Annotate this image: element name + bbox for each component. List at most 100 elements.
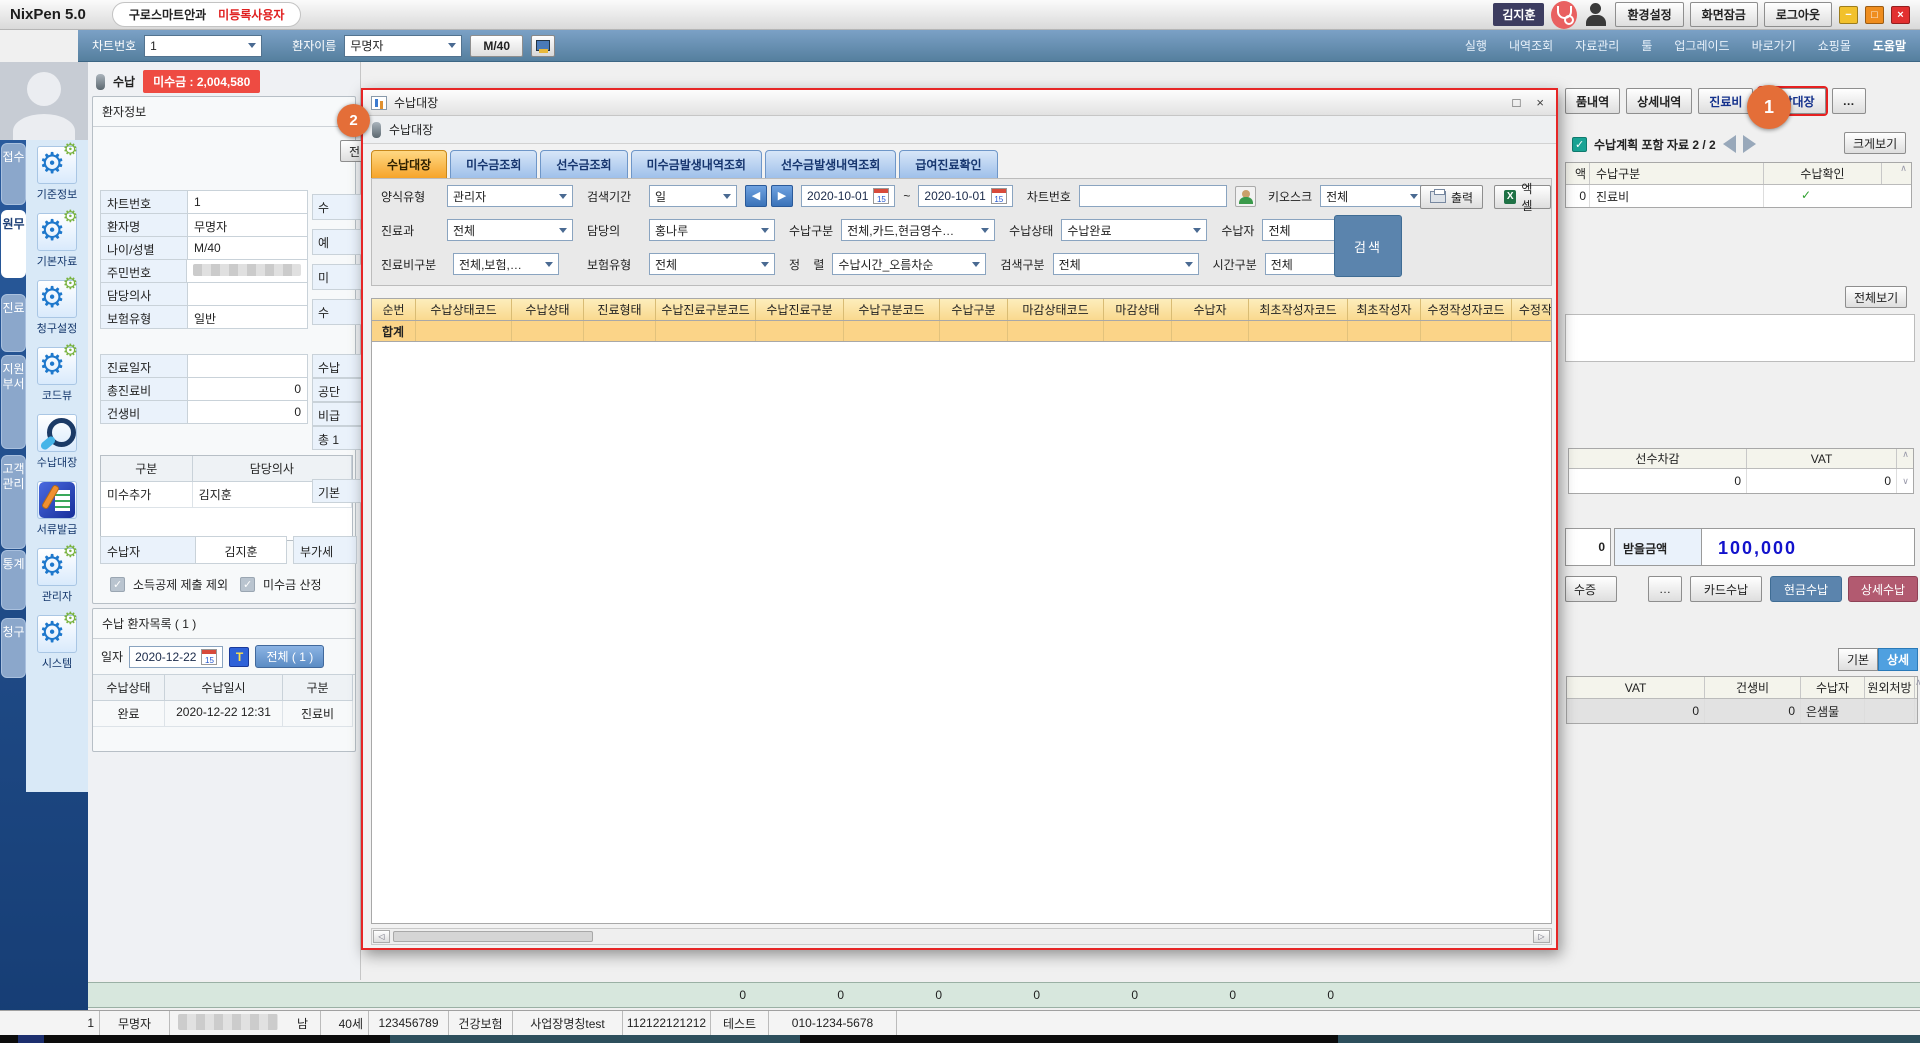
enlarge-button[interactable]: 크게보기 [1844,132,1906,154]
patient-name-combo[interactable]: 무명자 [344,35,462,57]
ledger-tab[interactable]: 미수금조회 [450,150,537,179]
nav-button[interactable]: 품내역 [1565,88,1620,114]
menu-item[interactable]: 실행 [1465,37,1487,54]
next-arrow-icon[interactable] [1743,135,1756,153]
horizontal-scrollbar[interactable] [371,928,1552,945]
column-header[interactable]: 최초작성자 [1348,299,1421,320]
calendar-icon[interactable] [873,188,889,204]
column-header[interactable]: VAT [1747,449,1897,468]
table-cell[interactable]: 은샘물 [1801,699,1865,723]
scrollbar-thumb[interactable] [393,931,593,942]
table-cell[interactable]: 진료비 [283,701,353,727]
restore-button[interactable] [1865,6,1884,24]
scroll-right-icon[interactable] [1533,930,1550,943]
column-header[interactable]: 진료형태 [584,299,656,320]
excel-button[interactable]: 엑셀 [1494,185,1551,209]
table-cell[interactable]: 0 [1705,699,1801,723]
card-pay-button[interactable]: 카드수납 [1690,576,1762,602]
ledger-tab[interactable]: 수납대장 [371,150,447,179]
pay-state-select[interactable]: 수납완료 [1061,219,1207,241]
column-header[interactable]: 수납자 [1801,677,1865,698]
today-button[interactable]: T [229,647,249,667]
plan-checkbox[interactable] [1572,137,1587,152]
table-cell[interactable]: 0 [1566,185,1590,207]
table-cell[interactable]: 0 [1569,469,1747,493]
chart-no-combo[interactable]: 1 [144,35,262,57]
menu-item[interactable]: 쇼핑몰 [1818,37,1851,54]
column-header[interactable]: 구분 [283,675,353,701]
scroll-up-icon[interactable] [1896,163,1911,184]
ledger-tab[interactable]: 미수금발생내역조회 [631,150,762,179]
receipt-button-fragment[interactable]: 수증 [1565,576,1617,602]
patient-search-icon[interactable] [1235,186,1256,207]
dialog-titlebar[interactable]: 수납대장 [363,90,1556,116]
sidebar-item[interactable]: 기본자료 [26,207,88,274]
column-header[interactable]: 수납진료구분코드 [656,299,756,320]
column-header[interactable]: VAT [1567,677,1705,698]
date-picker[interactable]: 2020-12-22 [129,646,223,668]
date-from-picker[interactable]: 2020-10-01 [801,185,895,207]
nav-button[interactable]: 진료비 [1698,88,1753,114]
titlebar-button[interactable]: 로그아웃 [1764,2,1832,27]
device-icon[interactable] [531,35,555,57]
table-cell[interactable]: 2020-12-22 12:31 [165,701,283,727]
sidebar-tab[interactable]: 진료 [1,294,26,352]
scroll-up-icon[interactable] [1898,449,1913,468]
doctor-select[interactable]: 홍나루 [649,219,775,241]
form-type-select[interactable]: 관리자 [447,185,573,207]
column-header[interactable]: 마감상태 [1104,299,1172,320]
toggle-detail[interactable]: 상세 [1878,648,1918,671]
chart-no-input[interactable] [1079,185,1227,207]
column-header[interactable]: 수납상태 [512,299,584,320]
fee-type-select[interactable]: 전체,보험,… [453,253,559,275]
column-header[interactable]: 최초작성자코드 [1249,299,1348,320]
table-cell[interactable]: 완료 [93,701,165,727]
column-header[interactable]: 수납구분 [1590,163,1764,184]
ins-type-select[interactable]: 전체 [649,253,775,275]
sidebar-item[interactable]: 서류발급 [26,475,88,542]
column-header[interactable]: 수납일시 [165,675,283,701]
more-button[interactable]: … [1648,576,1682,602]
unpaid-calc-checkbox[interactable] [240,577,255,592]
sidebar-item[interactable]: 코드뷰 [26,341,88,408]
sex-age-button[interactable]: M/40 [470,35,523,57]
sidebar-tab[interactable]: 통계 [1,550,26,610]
close-button[interactable] [1891,6,1910,24]
column-header[interactable]: 수납확인 [1764,163,1882,184]
column-header[interactable]: 순번 [372,299,416,320]
next-date-button[interactable] [771,185,793,207]
sidebar-tab[interactable]: 고객관리 [1,455,26,549]
ledger-tab[interactable]: 선수금조회 [540,150,627,179]
prev-date-button[interactable] [745,185,767,207]
column-header[interactable]: 수납구분 [940,299,1008,320]
toggle-basic[interactable]: 기본 [1838,648,1878,671]
column-header[interactable]: 수납상태코드 [416,299,512,320]
nav-button[interactable]: 상세내역 [1626,88,1692,114]
sidebar-tab[interactable]: 원무 [1,210,26,278]
table-cell[interactable]: 0 [1567,699,1705,723]
dialog-close-icon[interactable] [1536,95,1544,110]
column-header[interactable]: 선수차감 [1569,449,1747,468]
table-cell[interactable]: 진료비 [1590,185,1764,207]
sidebar-tab[interactable]: 청구 [1,618,26,678]
table-cell[interactable] [1865,699,1915,723]
sidebar-tab[interactable]: 지원부서 [1,355,26,449]
calendar-icon[interactable] [201,649,217,665]
menu-item[interactable]: 자료관리 [1575,37,1619,54]
titlebar-button[interactable]: 환경설정 [1615,2,1683,27]
tax-exempt-checkbox[interactable] [110,577,125,592]
menu-item[interactable]: 내역조회 [1509,37,1553,54]
ledger-tab[interactable]: 급여진료확인 [899,150,997,179]
search-button[interactable]: 검색 [1334,215,1402,277]
column-header[interactable]: 수납자 [1172,299,1249,320]
column-header[interactable]: 수납상태 [93,675,165,701]
menu-item[interactable]: 툴 [1641,37,1652,54]
column-header[interactable]: 건생비 [1705,677,1801,698]
date-to-picker[interactable]: 2020-10-01 [918,185,1012,207]
show-all-button[interactable]: 전체 ( 1 ) [255,645,324,668]
nav-button[interactable]: … [1832,88,1866,114]
column-header[interactable]: 수정작성자 [1512,299,1552,320]
sort-select[interactable]: 수납시간_오름차순 [832,253,986,275]
scroll-left-icon[interactable] [373,930,390,943]
column-header[interactable]: 마감상태코드 [1008,299,1104,320]
